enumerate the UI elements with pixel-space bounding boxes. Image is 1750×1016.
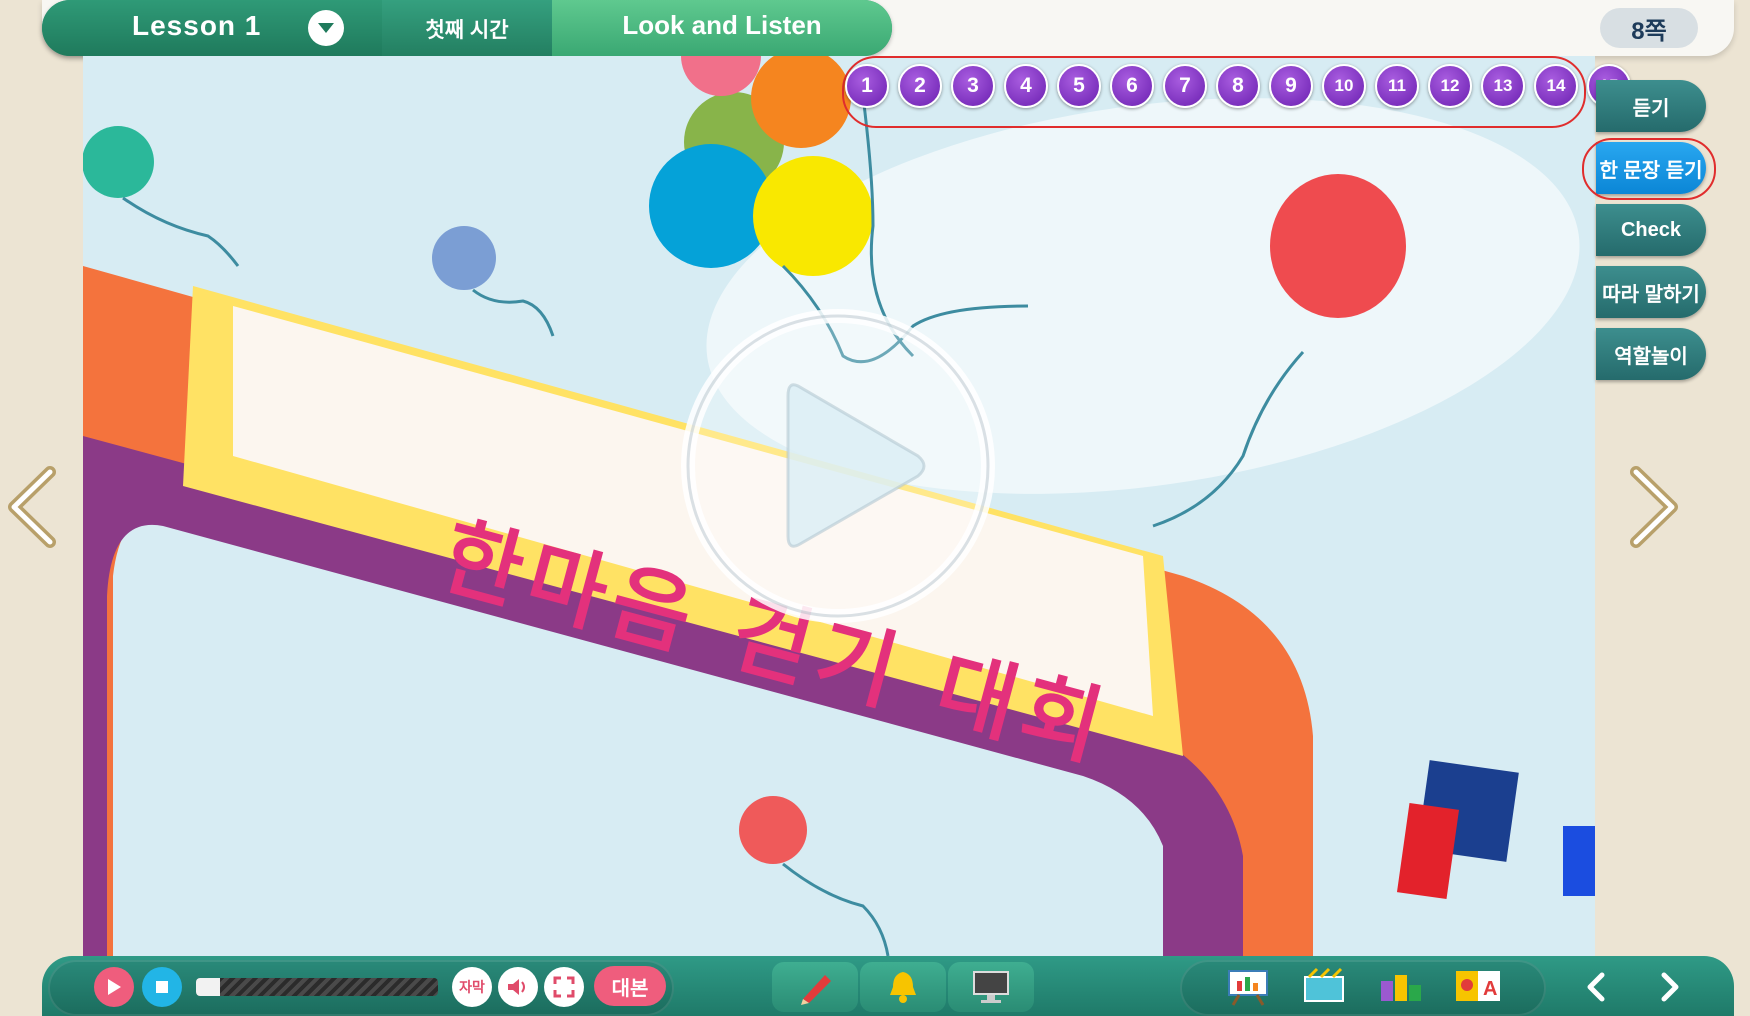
progress-fill xyxy=(196,978,221,996)
pen-icon xyxy=(801,975,831,1005)
sentence-6-button[interactable]: 6 xyxy=(1110,64,1154,108)
check-button[interactable]: Check xyxy=(1596,204,1706,256)
volume-button[interactable] xyxy=(498,967,538,1007)
play-button[interactable] xyxy=(94,967,134,1007)
page-number-badge: 8쪽 xyxy=(1600,8,1698,48)
volume-icon xyxy=(508,979,525,995)
sentence-8-button[interactable]: 8 xyxy=(1216,64,1260,108)
sentence-7-button[interactable]: 7 xyxy=(1163,64,1207,108)
chevron-down-icon xyxy=(318,23,334,33)
sentence-14-button[interactable]: 14 xyxy=(1534,64,1578,108)
bell-button[interactable] xyxy=(860,962,946,1012)
sentence-2-button[interactable]: 2 xyxy=(898,64,942,108)
word-card-icon: A xyxy=(1456,971,1500,1001)
stop-button[interactable] xyxy=(142,967,182,1007)
repeat-after-button[interactable]: 따라 말하기 xyxy=(1596,266,1706,318)
pen-tool-button[interactable] xyxy=(772,962,858,1012)
svg-text:A: A xyxy=(1483,978,1497,1000)
sentence-3-button[interactable]: 3 xyxy=(951,64,995,108)
blocks-icon xyxy=(1381,975,1421,1001)
sentence-11-button[interactable]: 11 xyxy=(1375,64,1419,108)
fullscreen-icon xyxy=(553,976,575,998)
clip-button[interactable] xyxy=(1296,964,1352,1010)
sentence-number-row: 1 2 3 4 5 6 7 8 9 10 11 12 13 14 15 xyxy=(845,64,1631,108)
stop-icon xyxy=(156,981,168,993)
chevron-right-icon[interactable] xyxy=(1652,970,1686,1004)
role-play-button[interactable]: 역할놀이 xyxy=(1596,328,1706,380)
sentence-5-button[interactable]: 5 xyxy=(1057,64,1101,108)
chevron-right-icon[interactable] xyxy=(1616,462,1686,552)
sentence-9-button[interactable]: 9 xyxy=(1269,64,1313,108)
chevron-left-icon[interactable] xyxy=(1580,970,1614,1004)
board-button[interactable] xyxy=(1220,964,1276,1010)
monitor-icon xyxy=(973,971,1009,1003)
sentence-4-button[interactable]: 4 xyxy=(1004,64,1048,108)
film-clip-icon xyxy=(1304,967,1344,1002)
play-icon[interactable] xyxy=(668,296,1008,636)
sentence-12-button[interactable]: 12 xyxy=(1428,64,1472,108)
chevron-left-icon[interactable] xyxy=(0,462,70,552)
progress-bar[interactable] xyxy=(196,978,438,996)
activity-title: Look and Listen xyxy=(622,10,822,40)
activity-side-menu: 듣기 한 문장 듣기 Check 따라 말하기 역할놀이 xyxy=(1596,80,1706,380)
script-button[interactable]: 대본 xyxy=(594,966,666,1006)
lesson-header: Lesson 1 첫째 시간 Look and Listen xyxy=(42,0,892,56)
active-menu-highlight xyxy=(1582,138,1716,200)
lesson-dropdown-button[interactable] xyxy=(308,10,344,46)
caption-button[interactable]: 자막 xyxy=(452,967,492,1007)
lesson-title: Lesson 1 xyxy=(132,10,262,41)
blocks-button[interactable] xyxy=(1374,964,1430,1010)
play-icon xyxy=(108,979,121,995)
presentation-board-icon xyxy=(1228,970,1268,1006)
monitor-button[interactable] xyxy=(948,962,1034,1012)
period-label[interactable]: 첫째 시간 xyxy=(382,14,552,44)
listen-button[interactable]: 듣기 xyxy=(1596,80,1706,132)
bell-icon xyxy=(890,972,916,1003)
word-card-button[interactable]: A xyxy=(1450,964,1506,1010)
sentence-13-button[interactable]: 13 xyxy=(1481,64,1525,108)
sentence-1-button[interactable]: 1 xyxy=(845,64,889,108)
fullscreen-button[interactable] xyxy=(544,967,584,1007)
sentence-10-button[interactable]: 10 xyxy=(1322,64,1366,108)
